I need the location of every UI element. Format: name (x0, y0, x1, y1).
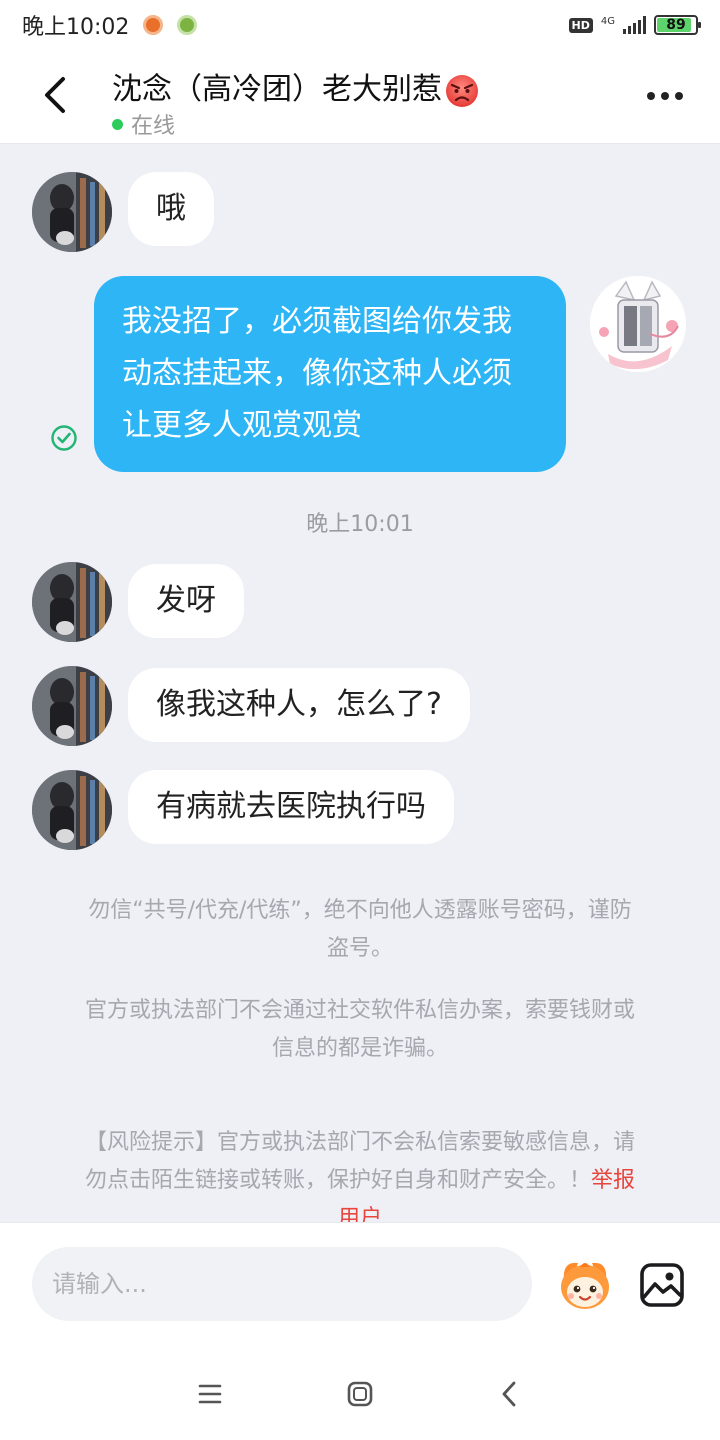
notice-line: 信息的都是诈骗。 (271, 1036, 448, 1061)
avatar-image (32, 562, 112, 642)
report-user-link[interactable]: 用户 (338, 1206, 382, 1222)
message-row-incoming: 有病就去医院执行吗 (0, 770, 720, 852)
hd-badge: HD (568, 17, 593, 33)
status-bar: 晚上10:02 HD 4G 89 (0, 0, 720, 50)
more-icon-dot (661, 92, 669, 100)
angry-face-icon (446, 74, 478, 107)
back-button[interactable] (30, 70, 80, 120)
network-type: 4G (600, 15, 615, 27)
online-dot-icon (112, 118, 123, 130)
contact-avatar[interactable] (32, 666, 112, 746)
battery-icon: 89 (654, 15, 701, 35)
notice-line: 用户 (60, 1200, 660, 1222)
message-bubble-incoming[interactable]: 有病就去医院执行吗 (128, 770, 454, 844)
online-status: 在线 (112, 108, 175, 140)
message-bubble-incoming[interactable]: 发呀 (128, 564, 244, 638)
notification-app-icon (177, 15, 198, 35)
message-bubble-outgoing[interactable]: 我没招了，必须截图给你发我 动态挂起来，像你这种人必须 让更多人观赏观赏 (94, 276, 566, 472)
contact-name: 沈念（高冷团）老大别惹 (112, 64, 480, 109)
notice-line: 【风险提示】官方或执法部门不会私信索要敏感信息，请 (84, 1130, 635, 1155)
avatar-image (32, 666, 112, 746)
contact-avatar[interactable] (32, 562, 112, 642)
notice-text: 勿点击陌生链接或转账，保护好自身和财产安全。！ (84, 1168, 591, 1193)
back-nav-icon[interactable] (492, 1376, 528, 1412)
message-line: 让更多人观赏观赏 (122, 408, 362, 443)
battery-level: 89 (666, 17, 686, 33)
contact-avatar[interactable] (32, 172, 112, 252)
system-nav-bar (0, 1346, 720, 1440)
message-bubble-incoming[interactable]: 哦 (128, 172, 214, 246)
image-icon (640, 1263, 684, 1307)
message-timestamp: 晚上10:01 (306, 512, 414, 537)
report-user-link[interactable]: 举报 (591, 1168, 635, 1193)
security-notice: 勿信“共号/代充/代练”，绝不向他人透露账号密码，谨防 盗号。 (60, 892, 660, 968)
message-row-incoming: 发呀 (0, 562, 720, 644)
sent-check-icon (51, 425, 77, 451)
more-button[interactable] (640, 74, 690, 118)
avatar-image (32, 172, 112, 252)
message-row-outgoing: 我没招了，必须截图给你发我 动态挂起来，像你这种人必须 让更多人观赏观赏 (0, 276, 720, 472)
avatar-image (32, 770, 112, 850)
my-avatar[interactable] (590, 276, 686, 372)
notice-line: 勿点击陌生链接或转账，保护好自身和财产安全。！举报 (60, 1162, 660, 1200)
fraud-notice: 官方或执法部门不会通过社交软件私信办案，索要钱财或 信息的都是诈骗。 (60, 992, 660, 1068)
emoji-button[interactable] (554, 1253, 616, 1315)
home-icon[interactable] (342, 1376, 378, 1412)
message-line: 我没招了，必须截图给你发我 (122, 304, 512, 339)
notice-line: 勿信“共号/代充/代练”，绝不向他人透露账号密码，谨防 (88, 898, 632, 923)
image-button[interactable] (638, 1261, 686, 1309)
notice-line: 官方或执法部门不会通过社交软件私信办案，索要钱财或 (84, 998, 635, 1023)
contact-name-text: 沈念（高冷团）老大别惹 (112, 72, 442, 107)
input-bar (0, 1222, 720, 1346)
online-status-text: 在线 (131, 114, 176, 139)
more-icon-dot (675, 92, 683, 100)
notification-app-icon (143, 15, 164, 35)
message-input[interactable] (32, 1247, 532, 1321)
status-indicators: HD 4G 89 (568, 15, 701, 35)
avatar-image (590, 276, 686, 372)
risk-notice: 【风险提示】官方或执法部门不会私信索要敏感信息，请 勿点击陌生链接或转账，保护好… (60, 1124, 660, 1222)
chat-screen: 晚上10:02 HD 4G 89 沈念（高冷团）老大别惹 在线 哦 我没招了，必… (0, 0, 720, 1440)
notice-line: 盗号。 (326, 936, 393, 961)
signal-icon (623, 16, 646, 34)
contact-avatar[interactable] (32, 770, 112, 850)
status-time: 晚上10:02 (22, 15, 130, 40)
message-row-incoming: 哦 (0, 172, 720, 254)
emoji-mascot-icon (561, 1262, 609, 1309)
message-line: 动态挂起来，像你这种人必须 (122, 356, 512, 391)
back-icon (45, 77, 65, 113)
message-row-incoming: 像我这种人，怎么了? (0, 666, 720, 748)
menu-icon[interactable] (192, 1376, 228, 1412)
message-bubble-incoming[interactable]: 像我这种人，怎么了? (128, 668, 470, 742)
more-icon-dot (647, 92, 655, 100)
chat-header: 沈念（高冷团）老大别惹 在线 (0, 50, 720, 144)
